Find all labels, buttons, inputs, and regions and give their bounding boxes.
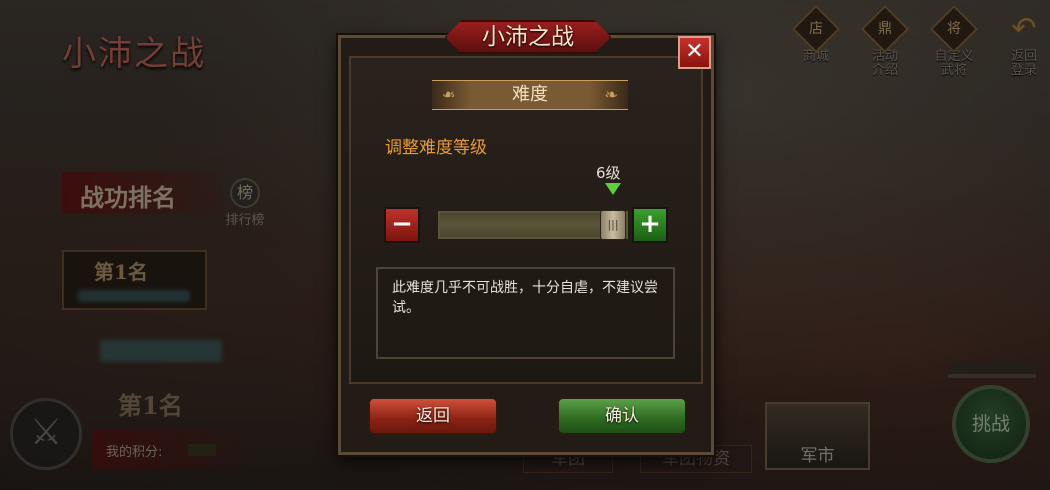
dialog-title: 小沛之战 [445, 20, 611, 54]
difficulty-slider-thumb[interactable]: ||| [600, 210, 626, 240]
difficulty-description: 此难度几乎不可战胜，十分自虐，不建议尝试。 [376, 267, 675, 359]
adjust-difficulty-label: 调整难度等级 [385, 138, 487, 158]
increase-difficulty-button[interactable]: + [632, 207, 668, 243]
difficulty-slider-fill [440, 213, 626, 237]
level-indicator-arrow-icon [605, 183, 621, 195]
decrease-difficulty-button[interactable]: − [384, 207, 420, 243]
difficulty-level-label: 6级 [596, 164, 621, 182]
confirm-button[interactable]: 确认 [557, 397, 687, 435]
section-title: 难度 [432, 80, 628, 110]
difficulty-slider[interactable]: ||| [438, 210, 628, 240]
back-button[interactable]: 返回 [368, 397, 498, 435]
close-button[interactable]: ✕ [678, 36, 711, 69]
